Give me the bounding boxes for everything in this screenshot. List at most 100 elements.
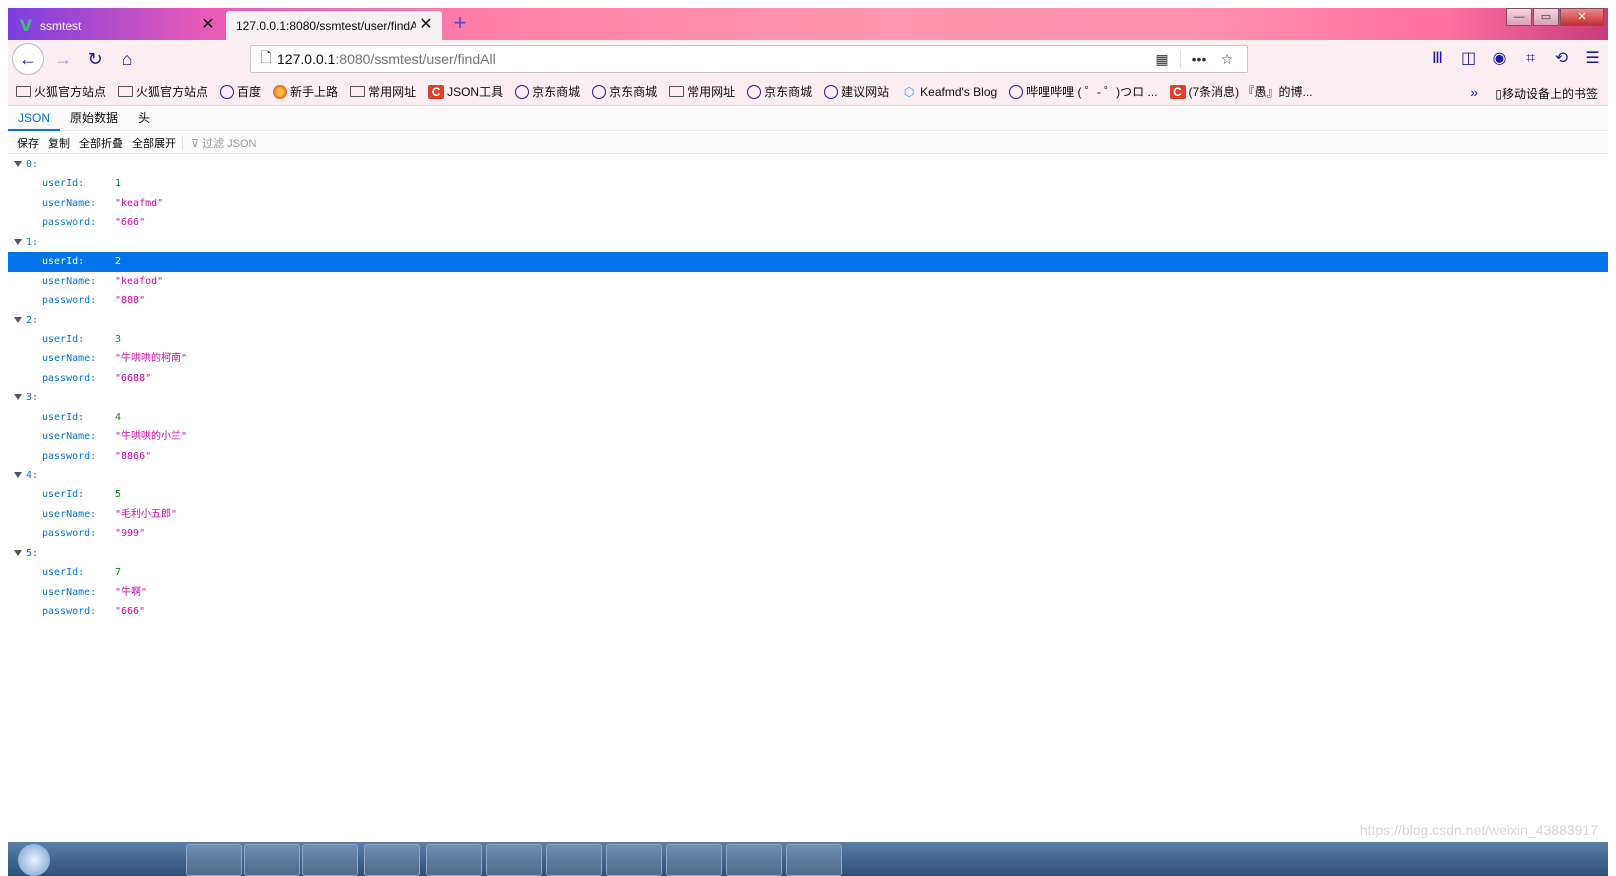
bookmark-item[interactable]: 常用网址 (350, 83, 416, 100)
bookmark-item[interactable]: 哔哩哔哩 ( ゜- ゜)つロ ... (1009, 83, 1158, 100)
bookmark-item[interactable]: 百度 (220, 83, 261, 100)
folder-icon (118, 86, 134, 97)
forward-button[interactable]: → (48, 44, 78, 74)
property-row[interactable]: userName: "keafod" (8, 272, 1608, 291)
start-button[interactable] (18, 844, 50, 876)
menu-icon[interactable]: ☰ (1577, 44, 1608, 74)
csdn-icon: C (1169, 84, 1186, 99)
property-row[interactable]: userName: "牛哄哄的小兰" (8, 427, 1608, 446)
bookmark-item[interactable]: 建议网站 (824, 83, 889, 100)
reload-button[interactable]: ↻ (80, 44, 110, 74)
extension-icon[interactable]: ⟲ (1546, 44, 1577, 74)
property-row[interactable]: password: "888" (8, 291, 1608, 310)
property-row[interactable]: userName: "keafmd" (8, 194, 1608, 213)
tree-node-row[interactable]: 0: (8, 155, 1608, 174)
expand-all-button[interactable]: 全部展开 (132, 135, 176, 151)
bookmark-item[interactable]: C (7条消息) 『愚』的博... (1169, 83, 1313, 100)
expand-arrow-icon[interactable] (14, 394, 22, 401)
url-bar[interactable]: 🗋 127.0.0.1 :8080/ssmtest/user/findAll ▦… (250, 45, 1248, 73)
bookmark-item[interactable]: 京东商城 (592, 83, 657, 100)
expand-arrow-icon[interactable] (14, 161, 22, 167)
tree-node-row[interactable]: 3: (8, 388, 1608, 407)
taskbar-item[interactable] (426, 844, 482, 876)
home-button[interactable]: ⌂ (112, 44, 142, 74)
minimize-button[interactable]: — (1506, 8, 1532, 26)
screenshot-icon[interactable]: ⌗ (1515, 44, 1546, 74)
sidebar-icon[interactable]: ◫ (1453, 44, 1484, 74)
property-row[interactable]: userName: "牛啊" (8, 583, 1608, 602)
bookmark-item[interactable]: 京东商城 (515, 83, 580, 100)
taskbar-item[interactable] (666, 844, 722, 876)
property-row[interactable]: userId: 7 (8, 563, 1608, 582)
node-index: 0: (26, 159, 39, 170)
taskbar-item[interactable] (364, 844, 420, 876)
close-window-button[interactable]: ✕ (1560, 8, 1604, 26)
property-row[interactable]: userId: 3 (8, 330, 1608, 349)
expand-arrow-icon[interactable] (14, 238, 22, 245)
property-key: userName: (42, 197, 97, 209)
bookmark-item[interactable]: 常用网址 (669, 83, 735, 100)
property-value: "毛利小五郎" (115, 508, 178, 520)
copy-button[interactable]: 复制 (48, 135, 70, 151)
property-value: 3 (115, 333, 122, 345)
tab-raw-data[interactable]: 原始数据 (60, 107, 128, 131)
new-tab-button[interactable]: + (448, 12, 472, 36)
property-row[interactable]: userName: "毛利小五郎" (8, 505, 1608, 524)
maximize-button[interactable]: ▭ (1533, 8, 1559, 26)
folder-icon (350, 86, 366, 97)
taskbar-item[interactable] (606, 844, 662, 876)
close-tab-icon[interactable]: ✕ (200, 17, 216, 33)
taskbar-item[interactable] (186, 844, 242, 876)
tree-node-row[interactable]: 1: (8, 233, 1608, 252)
bookmark-item[interactable]: C JSON工具 (428, 83, 503, 100)
tab-findall[interactable]: 127.0.0.1:8080/ssmtest/user/findAll ✕ (226, 11, 442, 40)
expand-arrow-icon[interactable] (14, 472, 22, 478)
tree-node-row[interactable]: 5: (8, 544, 1608, 563)
page-actions-icon[interactable]: ••• (1185, 51, 1213, 67)
taskbar-item[interactable] (244, 844, 300, 876)
property-key: password: (42, 606, 97, 618)
property-row[interactable]: userId: 1 (8, 174, 1608, 193)
bookmark-item[interactable]: 京东商城 (747, 83, 812, 100)
tree-node-row[interactable]: 2: (8, 311, 1608, 330)
taskbar-item[interactable] (786, 844, 842, 876)
bookmark-item[interactable]: ⬡ Keafmd's Blog (901, 85, 997, 99)
back-button[interactable]: ← (12, 43, 44, 75)
globe-icon (1009, 84, 1024, 99)
collapse-all-button[interactable]: 全部折叠 (79, 135, 123, 151)
expand-arrow-icon[interactable] (14, 316, 22, 323)
taskbar-item[interactable] (726, 844, 782, 876)
property-row[interactable]: userId: 5 (8, 485, 1608, 504)
arrow-left-icon: ← (19, 48, 37, 69)
property-row[interactable]: userId: 4 (8, 408, 1608, 427)
property-row[interactable]: password: "666" (8, 213, 1608, 232)
tab-json[interactable]: JSON (8, 107, 61, 131)
property-row[interactable]: password: "6688" (8, 369, 1608, 388)
property-row[interactable]: userName: "牛哄哄的柯南" (8, 349, 1608, 368)
taskbar-item[interactable] (546, 844, 602, 876)
property-row[interactable]: password: "999" (8, 524, 1608, 543)
bookmark-item[interactable]: 火狐官方站点 (118, 83, 208, 100)
save-button[interactable]: 保存 (17, 135, 39, 151)
bookmark-item[interactable]: 新手上路 (273, 83, 338, 100)
navigation-toolbar: ← → ↻ ⌂ 🗋 127.0.0.1 :8080/ssmtest/user/f… (8, 40, 1608, 78)
bookmark-item[interactable]: 火狐官方站点 (16, 83, 106, 100)
qr-code-icon[interactable]: ▦ (1148, 51, 1176, 68)
expand-arrow-icon[interactable] (14, 549, 22, 556)
close-tab-icon[interactable]: ✕ (418, 17, 434, 33)
bookmark-label: (7条消息) 『愚』的博... (1188, 85, 1313, 99)
star-bookmark-icon[interactable]: ☆ (1213, 51, 1241, 68)
property-row[interactable]: password: "8866" (8, 447, 1608, 466)
filter-input[interactable]: ⊽ 过滤 JSON (191, 135, 257, 151)
chevron-double-right-icon[interactable]: » (1470, 84, 1478, 100)
mobile-bookmarks[interactable]: ▯移动设备上的书签 (1495, 85, 1598, 102)
taskbar-item[interactable] (486, 844, 542, 876)
property-row-selected[interactable]: userId: 2 (8, 252, 1608, 272)
tree-node-row[interactable]: 4: (8, 466, 1608, 485)
tab-ssmtest[interactable]: V ssmtest ✕ (8, 11, 224, 40)
property-row[interactable]: password: "666" (8, 602, 1608, 621)
account-icon[interactable]: ◉ (1484, 44, 1515, 74)
tab-headers[interactable]: 头 (128, 107, 160, 131)
library-icon[interactable]: Ⅲ (1422, 44, 1453, 74)
taskbar-item[interactable] (302, 844, 358, 876)
